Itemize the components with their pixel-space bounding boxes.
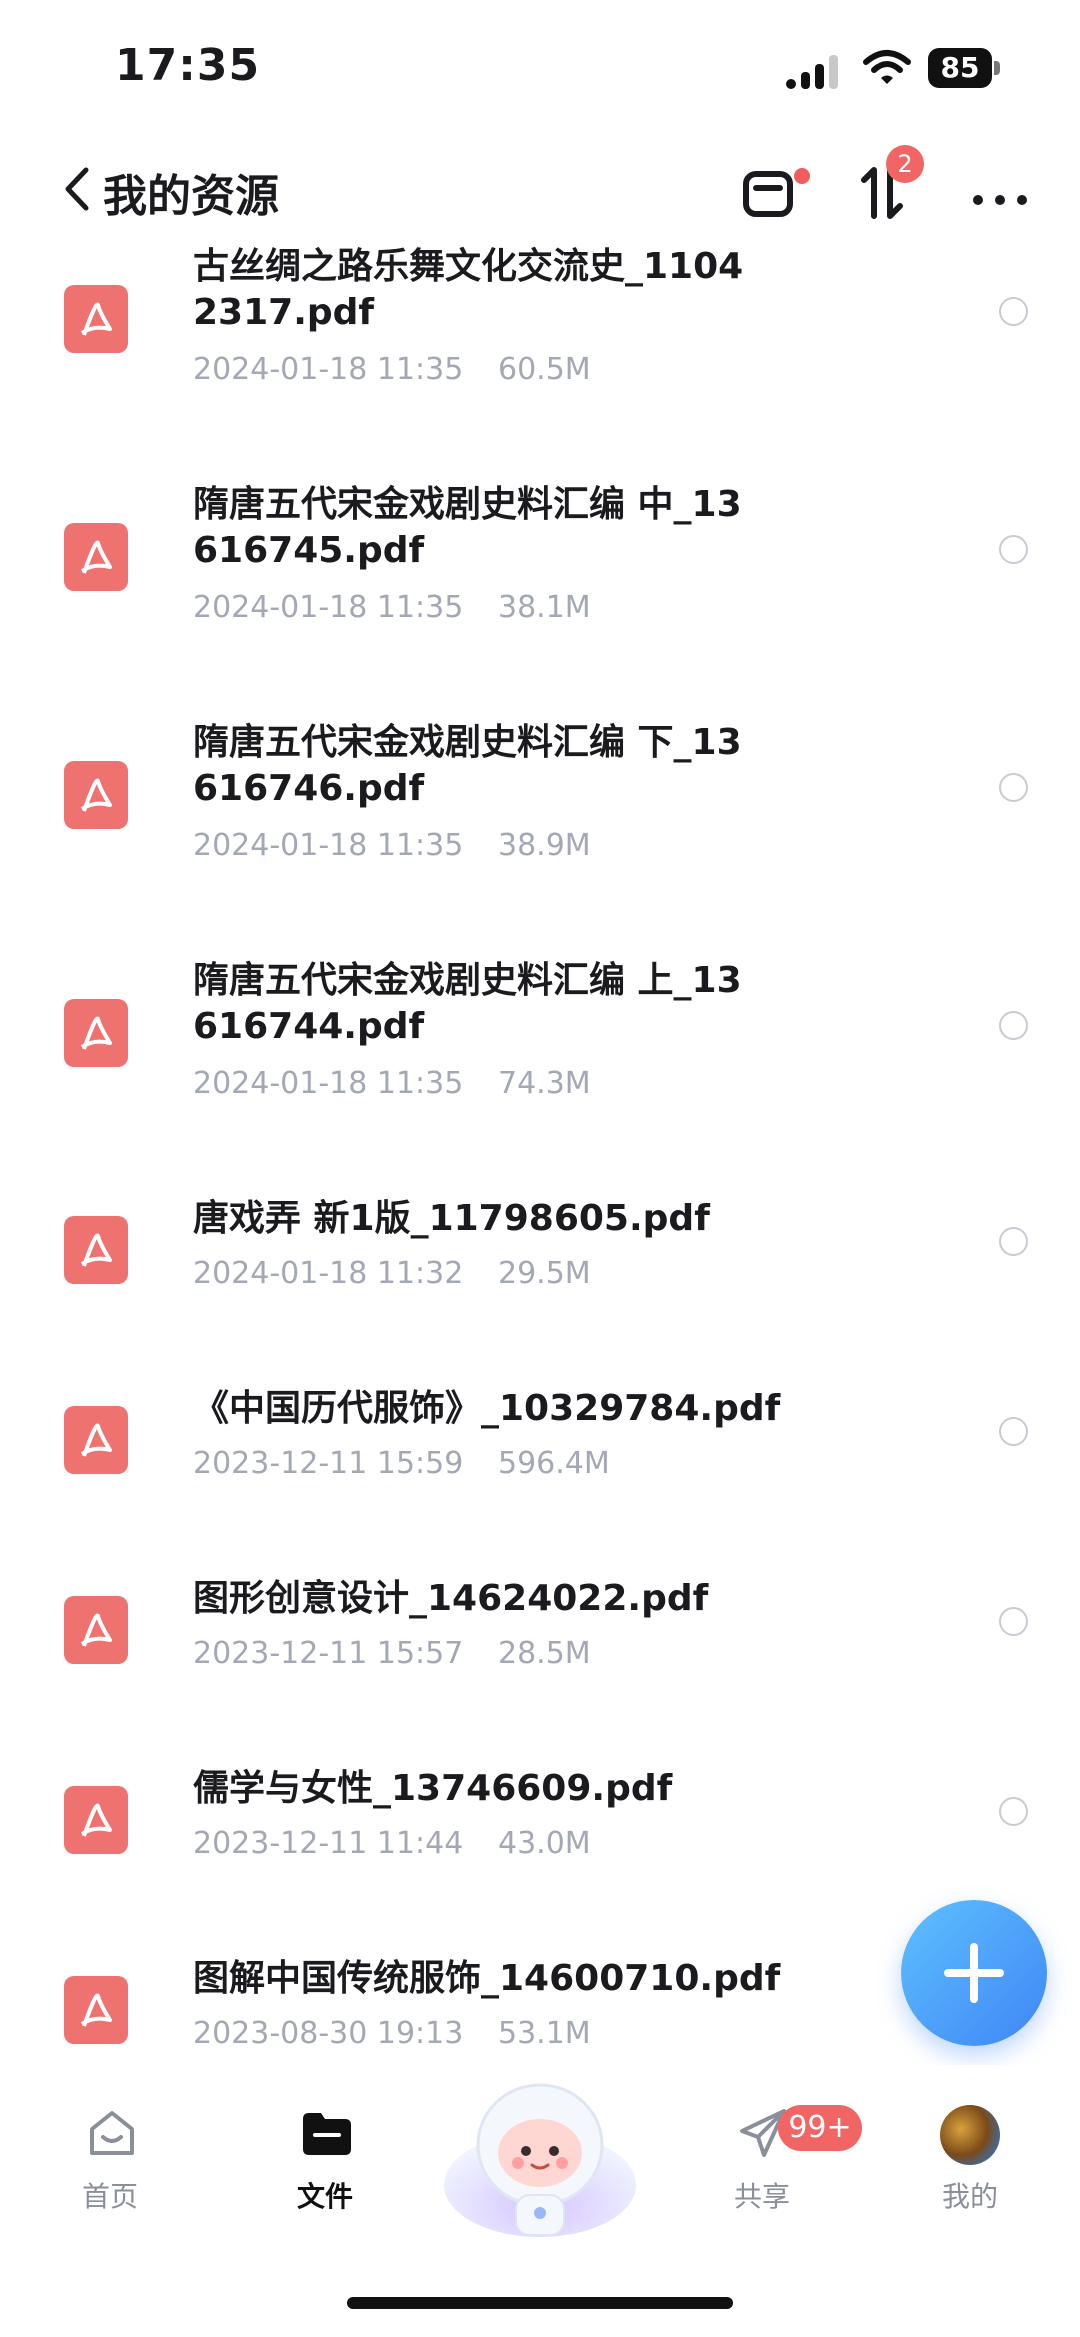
battery-icon: 85 xyxy=(928,48,1002,88)
file-date: 2024-01-18 11:35 xyxy=(193,1066,464,1101)
file-size: 38.9M xyxy=(498,828,591,863)
select-radio[interactable] xyxy=(999,1011,1028,1040)
add-button[interactable] xyxy=(901,1900,1047,2046)
plus-icon xyxy=(944,1943,1004,2003)
file-list: 古丝绸之路乐舞文化交流史_11042317.pdf 2024-01-18 11:… xyxy=(0,230,1080,2060)
home-icon xyxy=(90,2111,134,2155)
status-bar: 17:35 85 xyxy=(0,0,1080,130)
file-name: 图形创意设计_14624022.pdf xyxy=(193,1578,709,1619)
inbox-button[interactable] xyxy=(738,160,812,224)
tab-files-label: 文件 xyxy=(296,2180,353,2213)
folder-icon xyxy=(303,2113,351,2155)
transfer-count-badge: 2 xyxy=(886,145,924,183)
select-radio[interactable] xyxy=(999,773,1028,802)
tab-home[interactable]: 首页 xyxy=(40,2105,180,2225)
file-size: 28.5M xyxy=(498,1636,591,1671)
share-count-badge: 99+ xyxy=(778,2105,862,2151)
pdf-file-icon xyxy=(64,1216,128,1284)
pdf-file-icon xyxy=(64,1786,128,1854)
more-dots-icon xyxy=(973,195,1027,205)
more-button[interactable] xyxy=(968,160,1032,224)
avatar xyxy=(940,2105,1000,2165)
file-name: 隋唐五代宋金戏剧史料汇编 上_13616744.pdf xyxy=(193,960,742,1047)
pdf-file-icon xyxy=(64,1406,128,1474)
file-size: 596.4M xyxy=(498,1446,610,1481)
inbox-dot xyxy=(792,166,812,186)
pdf-file-icon xyxy=(64,523,128,591)
select-radio[interactable] xyxy=(999,297,1028,326)
file-size: 38.1M xyxy=(498,590,591,625)
pdf-file-icon xyxy=(64,999,128,1067)
page-title: 我的资源 xyxy=(103,171,279,222)
file-date: 2024-01-18 11:35 xyxy=(193,828,464,863)
tab-mine[interactable]: 我的 xyxy=(900,2105,1040,2225)
file-size: 29.5M xyxy=(498,1256,591,1291)
file-size: 53.1M xyxy=(498,2016,591,2051)
file-name: 图解中国传统服饰_14600710.pdf xyxy=(193,1958,781,1999)
mascot-assistant-icon[interactable] xyxy=(440,2065,640,2240)
file-date: 2024-01-18 11:32 xyxy=(193,1256,464,1291)
battery-level: 85 xyxy=(928,48,992,88)
file-name: 隋唐五代宋金戏剧史料汇编 下_13616746.pdf xyxy=(193,722,742,809)
select-radio[interactable] xyxy=(999,1417,1028,1446)
wifi-icon xyxy=(863,50,911,84)
pdf-file-icon xyxy=(64,285,128,353)
tab-home-label: 首页 xyxy=(81,2180,138,2213)
status-time: 17:35 xyxy=(115,40,261,91)
pdf-file-icon xyxy=(64,1596,128,1664)
file-size: 74.3M xyxy=(498,1066,591,1101)
file-date: 2023-12-11 15:57 xyxy=(193,1636,464,1671)
file-size: 43.0M xyxy=(498,1826,591,1861)
tab-mine-label: 我的 xyxy=(941,2180,998,2213)
pdf-file-icon xyxy=(64,761,128,829)
file-name: 《中国历代服饰》_10329784.pdf xyxy=(193,1388,781,1429)
file-name: 唐戏弄 新1版_11798605.pdf xyxy=(193,1198,710,1239)
select-radio[interactable] xyxy=(999,1797,1028,1826)
inbox-icon xyxy=(743,171,793,217)
select-radio[interactable] xyxy=(999,1227,1028,1256)
file-name: 古丝绸之路乐舞文化交流史_11042317.pdf xyxy=(193,246,744,333)
tab-files[interactable]: 文件 xyxy=(255,2105,395,2225)
file-size: 60.5M xyxy=(498,352,591,387)
select-radio[interactable] xyxy=(999,1607,1028,1636)
file-date: 2023-12-11 15:59 xyxy=(193,1446,464,1481)
pdf-file-icon xyxy=(64,1976,128,2044)
back-arrow-icon[interactable] xyxy=(60,164,94,214)
file-date: 2023-08-30 19:13 xyxy=(193,2016,464,2051)
select-radio[interactable] xyxy=(999,535,1028,564)
tab-share-label: 共享 xyxy=(733,2180,790,2213)
file-date: 2024-01-18 11:35 xyxy=(193,352,464,387)
file-name: 隋唐五代宋金戏剧史料汇编 中_13616745.pdf xyxy=(193,484,742,571)
file-date: 2024-01-18 11:35 xyxy=(193,590,464,625)
signal-icon xyxy=(786,55,838,89)
file-date: 2023-12-11 11:44 xyxy=(193,1826,464,1861)
file-name: 儒学与女性_13746609.pdf xyxy=(193,1768,673,1809)
home-indicator xyxy=(347,2297,733,2309)
